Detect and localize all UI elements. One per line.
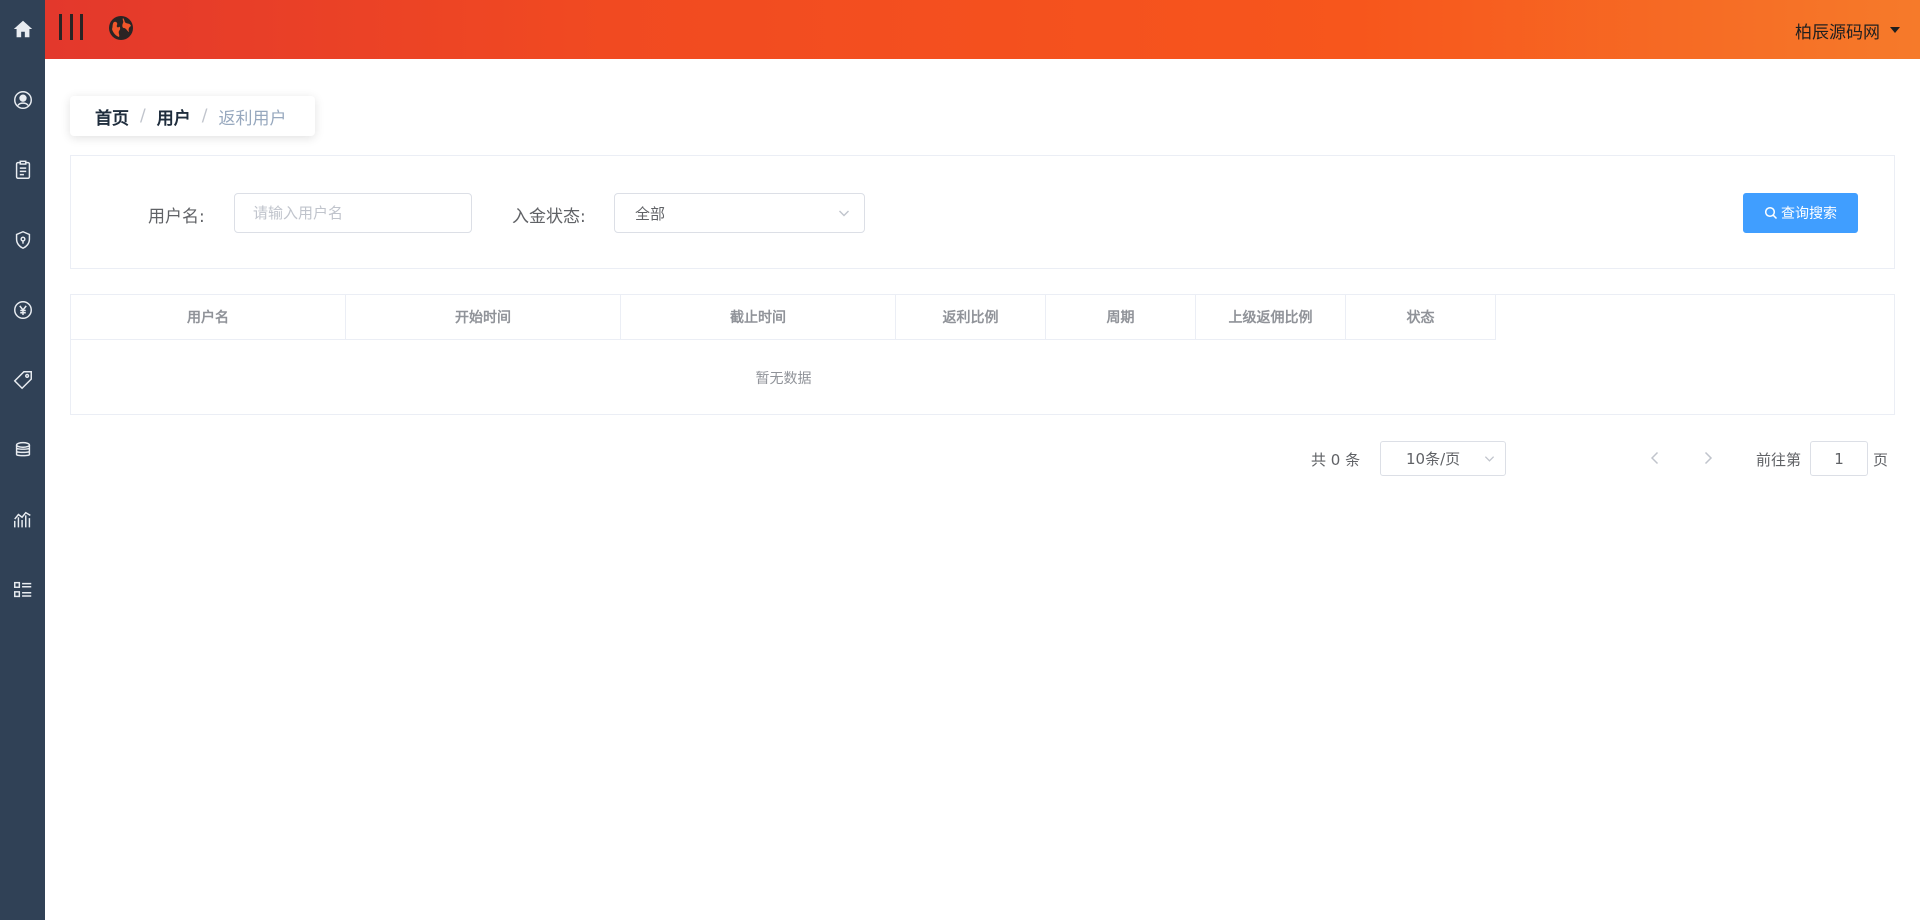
goto-label: 前往第 [1756, 451, 1802, 469]
chevron-down-icon [839, 210, 849, 217]
page-size-value: 10条/页 [1406, 450, 1461, 468]
user-dropdown[interactable]: 柏辰源码网 [1795, 19, 1900, 43]
breadcrumb-users[interactable]: 用户 [157, 104, 191, 129]
deposit-status-select[interactable]: 全部 [614, 193, 865, 233]
data-table: 用户名 开始时间 截止时间 返利比例 周期 上级返佣比例 状态 暂无数据 [70, 294, 1895, 415]
pagination-total: 共 0 条 [1311, 451, 1361, 469]
sidebar [0, 0, 45, 920]
empty-state: 暂无数据 [755, 370, 812, 387]
top-header: 柏辰源码网 [45, 0, 1920, 59]
user-name: 柏辰源码网 [1795, 22, 1880, 43]
globe-icon[interactable] [107, 14, 135, 42]
username-label: 用户名: [148, 207, 205, 227]
chevron-down-icon [1484, 456, 1495, 462]
search-panel: 用户名: 入金状态: 全部 查询搜索 [70, 155, 1895, 269]
column-header[interactable]: 开始时间 [346, 295, 621, 340]
breadcrumb-current: 返利用户 [218, 108, 287, 129]
column-header[interactable]: 上级返佣比例 [1196, 295, 1346, 340]
home-icon[interactable] [0, 9, 45, 49]
breadcrumb: 首页 / 用户 / 返利用户 [70, 96, 315, 136]
column-header[interactable]: 周期 [1046, 295, 1196, 340]
table-header: 用户名 开始时间 截止时间 返利比例 周期 上级返佣比例 状态 [71, 295, 1496, 340]
clipboard-icon[interactable] [0, 150, 45, 190]
column-header[interactable]: 截止时间 [621, 295, 896, 340]
page-size-select[interactable]: 10条/页 [1380, 441, 1506, 476]
search-button[interactable]: 查询搜索 [1743, 193, 1858, 233]
coins-icon[interactable] [0, 430, 45, 470]
username-input[interactable] [234, 193, 472, 233]
search-icon [1764, 206, 1778, 220]
deposit-status-label: 入金状态: [512, 207, 586, 227]
goto-page-input[interactable] [1810, 441, 1868, 476]
column-header[interactable]: 状态 [1346, 295, 1496, 340]
prev-page-icon[interactable] [1645, 448, 1665, 468]
breadcrumb-separator: / [140, 106, 146, 126]
next-page-icon[interactable] [1698, 448, 1718, 468]
caret-down-icon [1890, 27, 1900, 33]
tag-icon[interactable] [0, 360, 45, 400]
column-header[interactable]: 返利比例 [896, 295, 1046, 340]
column-header[interactable]: 用户名 [71, 295, 346, 340]
user-circle-icon[interactable] [0, 80, 45, 120]
page-suffix: 页 [1873, 451, 1889, 469]
yen-icon[interactable] [0, 290, 45, 330]
menu-toggle-icon[interactable] [59, 14, 83, 42]
shield-icon[interactable] [0, 220, 45, 260]
list-icon[interactable] [0, 570, 45, 610]
breadcrumb-home[interactable]: 首页 [95, 104, 129, 129]
search-button-label: 查询搜索 [1781, 206, 1837, 222]
deposit-status-value: 全部 [635, 204, 666, 223]
chart-icon[interactable] [0, 500, 45, 540]
breadcrumb-separator: / [201, 106, 208, 126]
